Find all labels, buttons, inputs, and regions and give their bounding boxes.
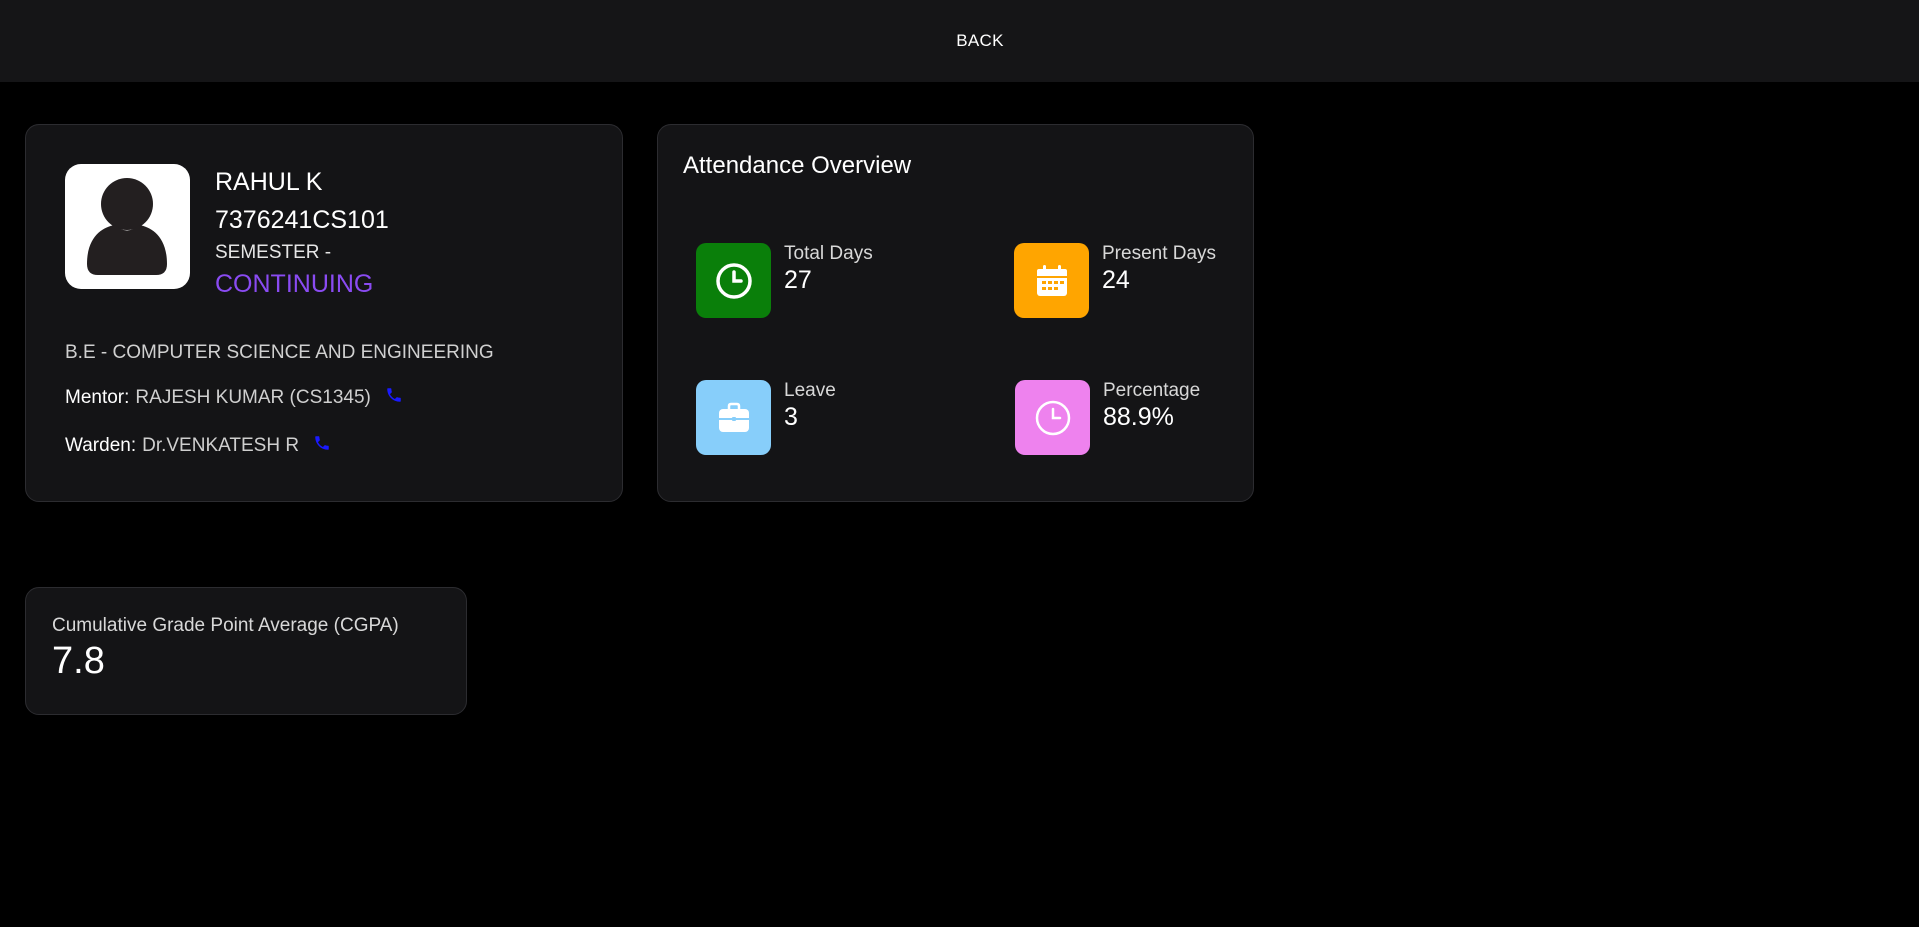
clock-icon	[696, 243, 771, 318]
leave-value: 3	[784, 403, 798, 431]
semester-status: CONTINUING	[215, 270, 374, 298]
warden-phone-icon[interactable]	[313, 434, 331, 452]
briefcase-icon	[696, 380, 771, 455]
total-days-label: Total Days	[784, 243, 873, 264]
calendar-icon	[1014, 243, 1089, 318]
percentage-label: Percentage	[1103, 380, 1201, 401]
mentor-name: RAJESH KUMAR (CS1345)	[135, 387, 371, 408]
top-bar: BACK	[0, 0, 1919, 82]
department: B.E - COMPUTER SCIENCE AND ENGINEERING	[65, 342, 494, 363]
mentor-phone-icon[interactable]	[385, 386, 403, 404]
student-name: RAHUL K	[215, 168, 323, 196]
present-days-label: Present Days	[1102, 243, 1217, 264]
cgpa-card: Cumulative Grade Point Average (CGPA) 7.…	[25, 587, 467, 715]
clock-icon	[1015, 380, 1090, 455]
warden-row: Warden: Dr.VENKATESH R	[65, 435, 331, 457]
user-avatar-icon	[65, 164, 190, 289]
attendance-card: Attendance Overview Total Days 27 Presen…	[657, 124, 1254, 502]
total-days-value: 27	[784, 266, 812, 294]
semester-label: SEMESTER -	[215, 242, 332, 263]
cgpa-label: Cumulative Grade Point Average (CGPA)	[52, 615, 399, 636]
roll-number: 7376241CS101	[215, 206, 389, 234]
cgpa-value: 7.8	[52, 640, 105, 682]
attendance-title: Attendance Overview	[683, 152, 912, 179]
profile-card: RAHUL K 7376241CS101 SEMESTER - CONTINUI…	[25, 124, 623, 502]
warden-name: Dr.VENKATESH R	[142, 435, 300, 456]
warden-label: Warden:	[65, 435, 137, 456]
mentor-row: Mentor: RAJESH KUMAR (CS1345)	[65, 387, 403, 409]
leave-label: Leave	[784, 380, 836, 401]
mentor-label: Mentor:	[65, 387, 130, 408]
back-button[interactable]: BACK	[956, 31, 1004, 51]
present-days-value: 24	[1102, 266, 1130, 294]
percentage-value: 88.9%	[1103, 403, 1174, 431]
